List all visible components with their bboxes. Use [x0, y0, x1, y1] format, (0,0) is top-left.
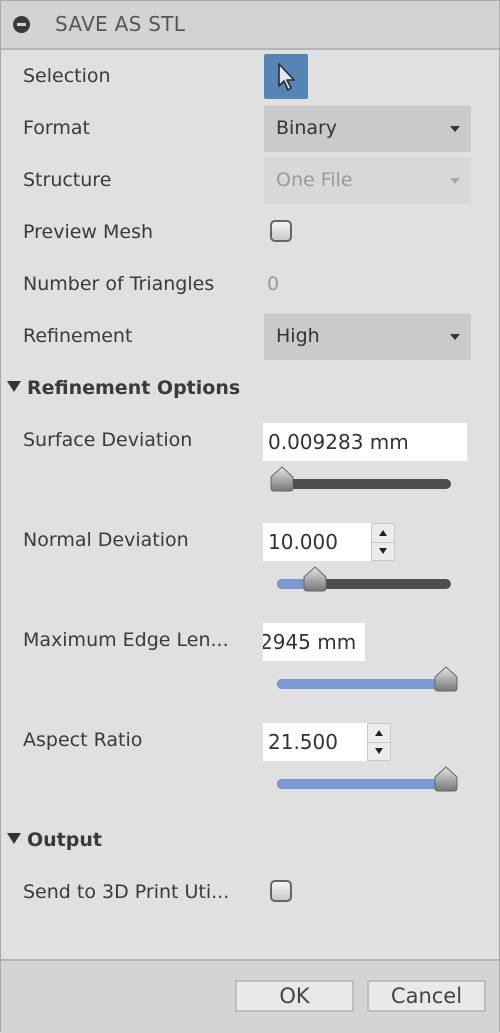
aspect-ratio-value: 21.500: [268, 730, 338, 754]
dialog-footer: OK Cancel: [1, 959, 499, 1033]
refinement-dropdown[interactable]: High: [264, 314, 471, 360]
normal-deviation-label: Normal Deviation: [23, 529, 189, 551]
preview-mesh-label: Preview Mesh: [23, 221, 154, 243]
refinement-label: Refinement: [23, 325, 133, 347]
normal-deviation-slider[interactable]: [277, 566, 451, 592]
aspect-ratio-stepper[interactable]: [367, 723, 391, 761]
format-value: Binary: [276, 117, 338, 139]
selection-label: Selection: [23, 65, 111, 87]
number-of-triangles-value: 0: [267, 273, 280, 295]
stepper-down-icon[interactable]: [372, 542, 394, 560]
max-edge-length-value: 2945 mm: [263, 630, 357, 654]
refinement-value: High: [276, 325, 320, 347]
aspect-ratio-input[interactable]: 21.500: [263, 723, 367, 761]
format-dropdown[interactable]: Binary: [264, 106, 471, 152]
surface-deviation-value: 0.009283 mm: [268, 430, 409, 454]
refinement-options-title: Refinement Options: [27, 377, 241, 399]
stepper-up-icon[interactable]: [368, 724, 390, 743]
surface-deviation-input[interactable]: 0.009283 mm: [263, 423, 467, 461]
output-section[interactable]: Output: [7, 829, 102, 851]
max-edge-length-input[interactable]: 2945 mm: [263, 623, 365, 661]
structure-dropdown: One File: [264, 158, 471, 204]
number-of-triangles-label: Number of Triangles: [23, 273, 215, 295]
slider-fill: [277, 779, 446, 789]
cancel-button[interactable]: Cancel: [367, 980, 486, 1012]
max-edge-length-label: Maximum Edge Len...: [23, 629, 229, 651]
structure-value: One File: [276, 169, 353, 191]
send-to-3d-print-checkbox[interactable]: [270, 880, 292, 902]
aspect-ratio-label: Aspect Ratio: [23, 729, 143, 751]
output-title: Output: [27, 829, 102, 851]
slider-thumb[interactable]: [433, 766, 459, 792]
send-to-3d-print-label: Send to 3D Print Uti...: [23, 881, 230, 903]
refinement-options-section[interactable]: Refinement Options: [7, 377, 240, 399]
dialog-title: SAVE AS STL: [55, 12, 186, 36]
save-as-stl-dialog: SAVE AS STL Selection Format Binary Stru…: [0, 0, 500, 1033]
slider-fill: [277, 679, 446, 689]
dialog-header: SAVE AS STL: [1, 1, 499, 50]
slider-track[interactable]: [277, 479, 451, 489]
surface-deviation-slider[interactable]: [270, 466, 451, 492]
normal-deviation-stepper[interactable]: [371, 523, 395, 561]
chevron-down-icon: [450, 334, 460, 340]
format-label: Format: [23, 117, 90, 139]
selection-button[interactable]: [264, 54, 308, 99]
normal-deviation-value: 10.000: [268, 530, 338, 554]
stepper-up-icon[interactable]: [372, 524, 394, 543]
stepper-down-icon[interactable]: [368, 742, 390, 760]
aspect-ratio-slider[interactable]: [277, 766, 458, 792]
normal-deviation-input[interactable]: 10.000: [263, 523, 371, 561]
chevron-down-icon: [450, 126, 460, 132]
select-arrow-icon: [278, 63, 295, 91]
ok-button[interactable]: OK: [235, 980, 354, 1012]
slider-thumb[interactable]: [433, 666, 459, 692]
structure-label: Structure: [23, 169, 112, 191]
triangle-down-icon: [7, 833, 21, 844]
max-edge-length-slider[interactable]: [277, 666, 458, 692]
collapse-minus-icon[interactable]: [13, 16, 30, 33]
triangle-down-icon: [7, 381, 21, 392]
preview-mesh-checkbox[interactable]: [270, 220, 292, 242]
slider-thumb[interactable]: [269, 466, 295, 492]
chevron-down-icon: [450, 178, 460, 184]
surface-deviation-label: Surface Deviation: [23, 429, 193, 451]
slider-thumb[interactable]: [302, 566, 328, 592]
